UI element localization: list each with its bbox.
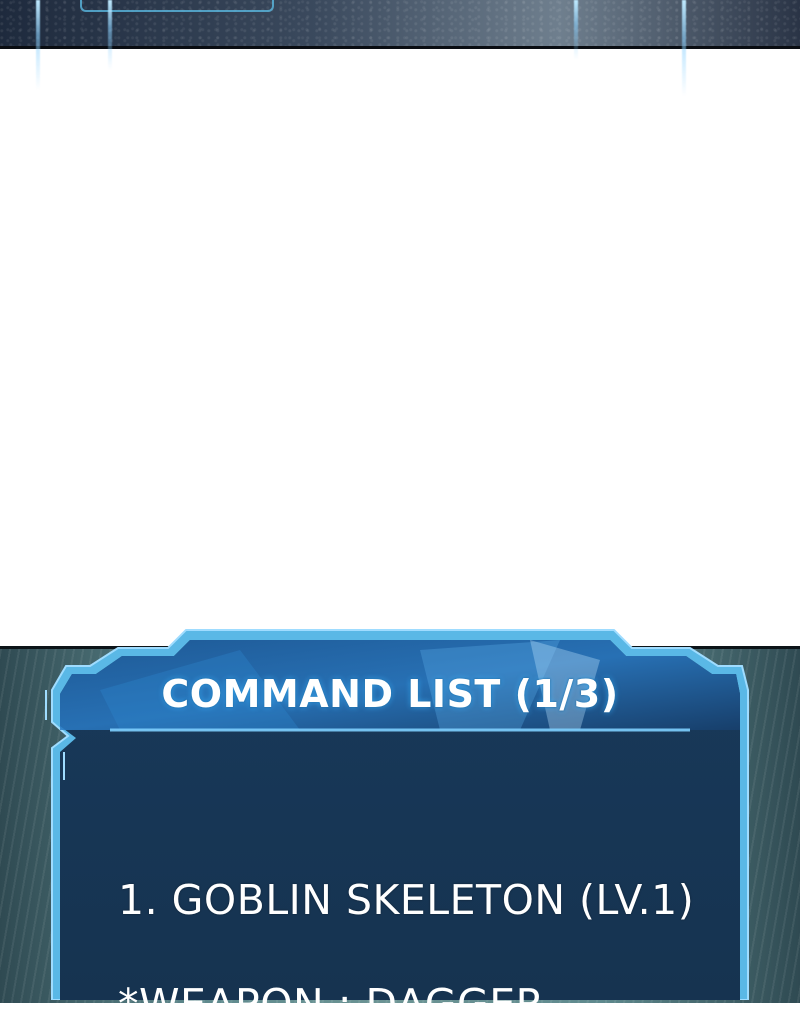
panel-title: COMMAND LIST (1/3): [161, 672, 619, 716]
command-list-panel: [45, 629, 749, 1000]
command-item-detail: *WEAPON : DAGGER: [118, 980, 545, 1028]
command-item: 1. GOBLIN SKELETON (LV.1): [118, 876, 695, 924]
